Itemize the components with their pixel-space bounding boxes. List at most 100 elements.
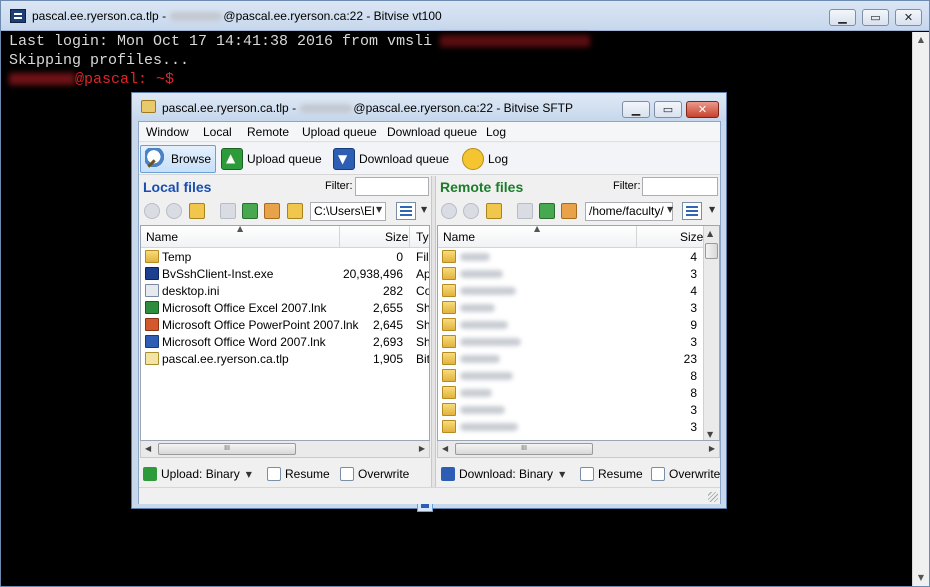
remote-file-row[interactable]: 3 bbox=[438, 419, 719, 436]
menu-log[interactable]: Log bbox=[486, 125, 506, 139]
sftp-close-button[interactable]: ✕ bbox=[686, 101, 719, 118]
chevron-down-icon[interactable]: ▼ bbox=[376, 205, 382, 214]
remote-file-row[interactable]: 3 bbox=[438, 334, 719, 351]
scroll-right-icon[interactable]: ▶ bbox=[709, 444, 715, 453]
column-type-header[interactable]: Ty bbox=[416, 230, 429, 244]
column-divider[interactable] bbox=[409, 226, 410, 248]
remote-file-row[interactable]: 3 bbox=[438, 266, 719, 283]
local-resume-toggle[interactable]: Resume bbox=[267, 467, 330, 481]
remote-file-row[interactable]: 9 bbox=[438, 317, 719, 334]
download-queue-button[interactable]: Download queue bbox=[329, 145, 453, 173]
menu-remote[interactable]: Remote bbox=[247, 125, 289, 139]
local-file-row[interactable]: desktop.ini 282 Cor bbox=[141, 283, 429, 300]
delete-icon[interactable] bbox=[517, 203, 533, 219]
new-folder-icon[interactable] bbox=[287, 203, 303, 219]
local-file-row[interactable]: pascal.ee.ryerson.ca.tlp 1,905 Bitv bbox=[141, 351, 429, 368]
browse-button[interactable]: Browse bbox=[140, 145, 217, 173]
scroll-thumb[interactable]: III bbox=[158, 443, 296, 455]
terminal-output[interactable]: Last login: Mon Oct 17 14:41:38 2016 fro… bbox=[9, 32, 909, 89]
chevron-down-icon[interactable]: ▼ bbox=[421, 205, 427, 214]
local-file-row[interactable]: Microsoft Office Excel 2007.lnk 2,655 Sho bbox=[141, 300, 429, 317]
column-divider[interactable] bbox=[339, 226, 340, 248]
local-horizontal-scrollbar[interactable]: ◀ III ▶ bbox=[140, 441, 430, 458]
refresh-icon[interactable] bbox=[242, 203, 258, 219]
close-button[interactable]: ✕ bbox=[895, 9, 922, 26]
column-divider[interactable] bbox=[636, 226, 637, 248]
local-path-input[interactable]: C:\Users\El bbox=[310, 202, 386, 221]
vt-titlebar[interactable]: pascal.ee.ryerson.ca.tlp - @pascal.ee.ry… bbox=[1, 1, 929, 31]
file-size: 8 bbox=[690, 369, 697, 383]
sftp-titlebar[interactable]: pascal.ee.ryerson.ca.tlp - @pascal.ee.ry… bbox=[132, 93, 726, 121]
menu-local[interactable]: Local bbox=[203, 125, 232, 139]
scroll-right-icon[interactable]: ▶ bbox=[419, 444, 425, 453]
remote-overwrite-toggle[interactable]: Overwrite bbox=[651, 467, 720, 481]
upload-queue-button[interactable]: Upload queue bbox=[217, 145, 326, 173]
local-filter-input[interactable] bbox=[355, 177, 429, 196]
local-file-row[interactable]: Microsoft Office PowerPoint 2007.lnk 2,64… bbox=[141, 317, 429, 334]
remote-file-row[interactable]: 4 bbox=[438, 283, 719, 300]
download-mode-dropdown[interactable]: Download: Binary ▼ bbox=[441, 467, 565, 481]
file-type: Sho bbox=[416, 335, 429, 349]
back-icon[interactable] bbox=[144, 203, 160, 219]
scroll-left-icon[interactable]: ◀ bbox=[145, 444, 151, 453]
remote-horizontal-scrollbar[interactable]: ◀ III ▶ bbox=[437, 441, 720, 458]
remote-file-row[interactable]: 3 bbox=[438, 402, 719, 419]
view-mode-icon[interactable] bbox=[682, 202, 702, 220]
column-name-header[interactable]: Name bbox=[146, 230, 178, 244]
folder-icon bbox=[442, 250, 456, 263]
sftp-maximize-button[interactable]: ▭ bbox=[654, 101, 682, 118]
view-mode-icon[interactable] bbox=[396, 202, 416, 220]
file-size: 2,655 bbox=[372, 301, 403, 315]
remote-file-row[interactable]: 4 bbox=[438, 249, 719, 266]
scroll-up-icon[interactable]: ▲ bbox=[913, 32, 929, 48]
local-file-row[interactable]: BvSshClient-Inst.exe 20,938,496 App bbox=[141, 266, 429, 283]
scroll-left-icon[interactable]: ◀ bbox=[442, 444, 448, 453]
local-file-list[interactable]: Name ▲ Size Ty Temp 0 File BvSshClient-Inst… bbox=[140, 225, 430, 441]
resize-grip-icon[interactable] bbox=[708, 492, 718, 502]
chevron-down-icon[interactable]: ▼ bbox=[709, 205, 715, 214]
column-name-header[interactable]: Name bbox=[443, 230, 475, 244]
scroll-up-icon[interactable]: ▲ bbox=[707, 229, 713, 238]
scroll-thumb[interactable] bbox=[705, 243, 718, 259]
log-label: Log bbox=[488, 152, 509, 166]
chevron-down-icon[interactable]: ▼ bbox=[667, 205, 673, 214]
minimize-button[interactable]: ▁ bbox=[829, 9, 856, 26]
pane-splitter[interactable] bbox=[431, 176, 436, 489]
remote-vertical-scrollbar[interactable]: ▲ ▼ bbox=[703, 226, 719, 440]
local-file-row[interactable]: Microsoft Office Word 2007.lnk 2,693 Sho bbox=[141, 334, 429, 351]
remote-file-row[interactable]: 3 bbox=[438, 300, 719, 317]
remote-resume-toggle[interactable]: Resume bbox=[580, 467, 643, 481]
forward-icon[interactable] bbox=[166, 203, 182, 219]
delete-icon[interactable] bbox=[220, 203, 236, 219]
menu-download-queue[interactable]: Download queue bbox=[387, 125, 477, 139]
home-icon[interactable] bbox=[561, 203, 577, 219]
folder-up-icon[interactable] bbox=[486, 203, 502, 219]
local-filter-label: Filter: bbox=[325, 180, 353, 192]
scroll-thumb[interactable]: III bbox=[455, 443, 593, 455]
folder-up-icon[interactable] bbox=[189, 203, 205, 219]
log-button[interactable]: Log bbox=[458, 145, 512, 173]
remote-file-row[interactable]: 8 bbox=[438, 385, 719, 402]
column-size-header[interactable]: Size bbox=[385, 230, 408, 244]
remote-filter-input[interactable] bbox=[642, 177, 718, 196]
scroll-down-icon[interactable]: ▼ bbox=[913, 570, 929, 586]
refresh-icon[interactable] bbox=[539, 203, 555, 219]
remote-file-list[interactable]: Name ▲ Size 4 3 4 3 9 3 23 8 8 3 3 ▲ ▼ bbox=[437, 225, 720, 441]
local-overwrite-toggle[interactable]: Overwrite bbox=[340, 467, 409, 481]
forward-icon[interactable] bbox=[463, 203, 479, 219]
remote-file-row[interactable]: 8 bbox=[438, 368, 719, 385]
menu-upload-queue[interactable]: Upload queue bbox=[302, 125, 377, 139]
upload-mode-dropdown[interactable]: Upload: Binary ▼ bbox=[143, 467, 252, 481]
maximize-button[interactable]: ▭ bbox=[862, 9, 889, 26]
back-icon[interactable] bbox=[441, 203, 457, 219]
vt-vertical-scrollbar[interactable]: ▲ ▼ bbox=[912, 32, 929, 586]
menu-window[interactable]: Window bbox=[146, 125, 189, 139]
column-size-header[interactable]: Size bbox=[680, 230, 703, 244]
remote-path-input[interactable]: /home/faculty/ bbox=[585, 202, 673, 221]
sftp-minimize-button[interactable]: ▁ bbox=[622, 101, 650, 118]
local-file-row[interactable]: Temp 0 File bbox=[141, 249, 429, 266]
scroll-down-icon[interactable]: ▼ bbox=[707, 430, 713, 439]
home-icon[interactable] bbox=[264, 203, 280, 219]
remote-file-row[interactable]: 23 bbox=[438, 351, 719, 368]
file-size: 282 bbox=[382, 284, 403, 298]
